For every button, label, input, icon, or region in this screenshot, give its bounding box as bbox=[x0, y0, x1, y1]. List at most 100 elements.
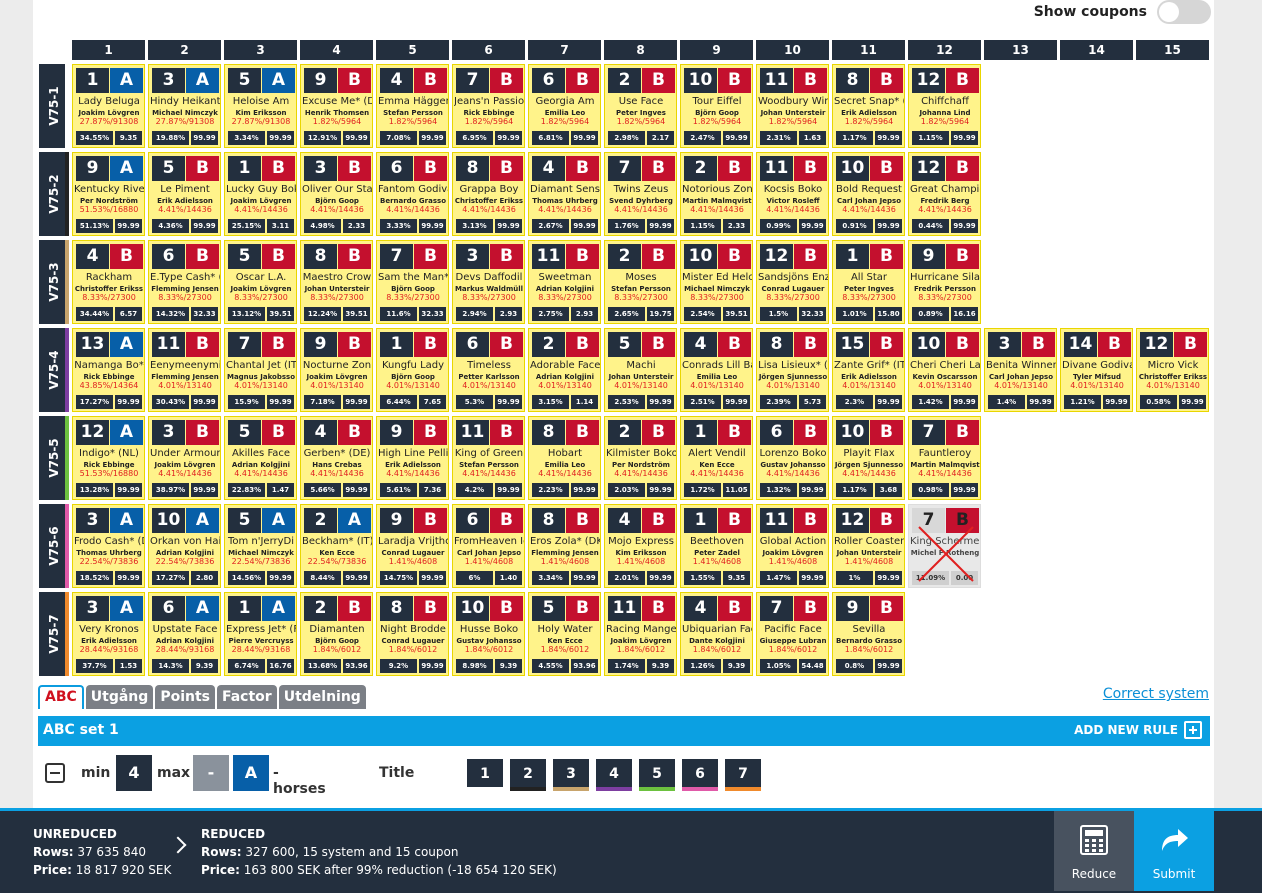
race-filter-button[interactable]: 7 bbox=[725, 759, 761, 791]
horse-card[interactable]: 4 B Emma Häggen Stefan Persson 1.82%/5964 7.0… bbox=[376, 64, 449, 148]
horse-card[interactable]: 2 B Adorable Face Adrian Kolgjini 4.01%/1314… bbox=[528, 328, 601, 412]
horse-card[interactable]: 1 B All Star Peter Ingves 8.33%/27300 1.01% 15… bbox=[832, 240, 905, 324]
group-toggle[interactable]: B bbox=[718, 68, 751, 93]
group-toggle[interactable]: B bbox=[414, 596, 447, 621]
horse-card[interactable]: 9 B Nocturne Zon Joakim Lövgren 4.01%/13140 7… bbox=[300, 328, 373, 412]
horse-card[interactable]: 11 B Racing Mange Joakim Lövgren 1.84%/6012 1… bbox=[604, 592, 677, 676]
show-coupons-toggle[interactable] bbox=[1157, 0, 1211, 24]
min-value[interactable]: 4 bbox=[116, 755, 152, 791]
horse-card[interactable]: 12 B Chiffchaff Johanna Lind 1.82%/5964 1.15%… bbox=[908, 64, 981, 148]
group-toggle[interactable]: B bbox=[566, 332, 599, 357]
group-toggle[interactable]: B bbox=[946, 244, 979, 269]
tab-points[interactable]: Points bbox=[155, 685, 215, 709]
group-toggle[interactable]: B bbox=[414, 508, 447, 533]
group-toggle[interactable]: B bbox=[566, 420, 599, 445]
horse-card[interactable]: 6 B Timeless Petter Karlsson 4.01%/13140 5.3%… bbox=[452, 328, 525, 412]
horse-card[interactable]: 1 A Express Jet* (F Pierre Vercruyss 28.44%/… bbox=[224, 592, 297, 676]
group-toggle[interactable]: A bbox=[186, 508, 219, 533]
horse-card[interactable]: 12 B Roller Coaster Johan Untersteir 1.41%/4… bbox=[832, 504, 905, 588]
group-selector[interactable]: A bbox=[233, 755, 269, 791]
horse-card[interactable]: 10 B Cheri Cheri Lac Kevin Oscarsson 4.01%/1… bbox=[908, 328, 981, 412]
horse-card[interactable]: 8 B Hobart Emilia Leo 4.41%/14436 2.23% 99.99 bbox=[528, 416, 601, 500]
group-toggle[interactable]: B bbox=[490, 156, 523, 181]
horse-card[interactable]: 12 A Indigo* (NL) Rick Ebbinge 51.53%/16880 1… bbox=[72, 416, 145, 500]
group-toggle[interactable]: A bbox=[338, 508, 371, 533]
group-toggle[interactable]: B bbox=[1022, 332, 1055, 357]
horse-card[interactable]: 4 B Conrads Lill Ba Emilia Leo 4.01%/13140 2.… bbox=[680, 328, 753, 412]
group-toggle[interactable]: A bbox=[110, 332, 143, 357]
horse-card[interactable]: 11 B Eenymeenymi Flemming Jensen 4.01%/13140… bbox=[148, 328, 221, 412]
horse-card[interactable]: 9 A Kentucky Rive Per Nordström 51.53%/16880… bbox=[72, 152, 145, 236]
group-toggle[interactable]: B bbox=[946, 68, 979, 93]
group-toggle[interactable]: A bbox=[110, 596, 143, 621]
group-toggle[interactable]: B bbox=[338, 156, 371, 181]
group-toggle[interactable]: B bbox=[186, 244, 219, 269]
horse-card[interactable]: 12 B Great Champio Fredrik Berg 4.41%/14436 0… bbox=[908, 152, 981, 236]
horse-card[interactable]: 5 A Heloise Am Kim Eriksson 27.87%/91308 3.34… bbox=[224, 64, 297, 148]
group-toggle[interactable]: B bbox=[414, 420, 447, 445]
group-toggle[interactable]: B bbox=[870, 156, 903, 181]
horse-card[interactable]: 4 B Ubiquarian Fac Dante Kolgjini 1.84%/6012… bbox=[680, 592, 753, 676]
horse-card[interactable]: 5 B Akilles Face Adrian Kolgjini 4.41%/14436… bbox=[224, 416, 297, 500]
group-toggle[interactable]: B bbox=[718, 508, 751, 533]
group-toggle[interactable]: B bbox=[414, 156, 447, 181]
horse-card[interactable]: 4 B Diamant Sensa Thomas Uhrberg 4.41%/14436… bbox=[528, 152, 601, 236]
horse-card[interactable]: 3 B Under Armour Joakim Lövgren 4.41%/14436 3… bbox=[148, 416, 221, 500]
horse-card[interactable]: 1 A Lady Beluga Joakim Lövgren 27.87%/91308 3… bbox=[72, 64, 145, 148]
group-toggle[interactable]: B bbox=[1174, 332, 1207, 357]
submit-button[interactable]: Submit bbox=[1134, 811, 1214, 891]
horse-card[interactable]: 1 B Alert Vendil Ken Ecce 4.41%/14436 1.72% 11… bbox=[680, 416, 753, 500]
horse-card[interactable]: 6 B Lorenzo Boko Gustav Johansso 4.41%/14436… bbox=[756, 416, 829, 500]
group-toggle[interactable]: B bbox=[642, 156, 675, 181]
horse-card[interactable]: 12 B Micro Vick Christoffer Erikss 4.01%/131… bbox=[1136, 328, 1209, 412]
group-toggle[interactable]: B bbox=[338, 332, 371, 357]
group-toggle[interactable]: B bbox=[338, 420, 371, 445]
group-toggle[interactable]: B bbox=[794, 508, 827, 533]
horse-card[interactable]: 8 B Lisa Lisieux* (Jörgen Sjunnesso 4.01%/1… bbox=[756, 328, 829, 412]
horse-card[interactable]: 5 B Machi Johan Untersteir 4.01%/13140 2.53% 9… bbox=[604, 328, 677, 412]
horse-card[interactable]: 10 B Playit Flax Jörgen Sjunnesso 4.41%/1443… bbox=[832, 416, 905, 500]
horse-card[interactable]: 7 B Jeans'n Passio Rick Ebbinge 1.82%/5964 6.… bbox=[452, 64, 525, 148]
group-toggle[interactable]: B bbox=[870, 244, 903, 269]
group-toggle[interactable]: B bbox=[338, 68, 371, 93]
group-toggle[interactable]: B bbox=[946, 332, 979, 357]
horse-card[interactable]: 3 B Benita Winner Carl Johan Jepso 4.01%/131… bbox=[984, 328, 1057, 412]
horse-card[interactable]: 5 B Holy Water Ken Ecce 1.84%/6012 4.55% 93.96 bbox=[528, 592, 601, 676]
group-toggle[interactable]: B bbox=[718, 244, 751, 269]
horse-card[interactable]: 6 B FromHeaven Ic Carl Johan Jepso 1.41%/460… bbox=[452, 504, 525, 588]
horse-card[interactable]: 6 A Upstate Face Adrian Kolgjini 28.44%/9316… bbox=[148, 592, 221, 676]
horse-card[interactable]: 2 B Notorious Zon Martin Malmqvist 4.41%/144… bbox=[680, 152, 753, 236]
race-filter-button[interactable]: 6 bbox=[682, 759, 718, 791]
group-toggle[interactable]: B bbox=[262, 332, 295, 357]
horse-card[interactable]: 6 B E.Type Cash* (Flemming Jensen 8.33%/273… bbox=[148, 240, 221, 324]
group-toggle[interactable]: B bbox=[110, 244, 143, 269]
horse-card[interactable]: 12 B Sandsjöns Enz Conrad Lugauer 8.33%/2730… bbox=[756, 240, 829, 324]
group-toggle[interactable]: B bbox=[566, 156, 599, 181]
group-toggle[interactable]: B bbox=[794, 596, 827, 621]
tab-utdelning[interactable]: Utdelning bbox=[278, 685, 366, 709]
horse-card[interactable]: 9 B Excuse Me* (D Henrik Thomsen 1.82%/5964 1… bbox=[300, 64, 373, 148]
group-toggle[interactable]: B bbox=[186, 332, 219, 357]
group-toggle[interactable]: A bbox=[110, 68, 143, 93]
horse-card[interactable]: 7 B Twins Zeus Svend Dyhrberg 4.41%/14436 1.7… bbox=[604, 152, 677, 236]
horse-card[interactable]: 6 B Fantom Godiva Bernardo Grasso 4.41%/1443… bbox=[376, 152, 449, 236]
horse-card[interactable]: 9 B Hurricane Silas Fredrik Persson 8.33%/27… bbox=[908, 240, 981, 324]
group-toggle[interactable]: B bbox=[870, 420, 903, 445]
group-toggle[interactable]: B bbox=[642, 420, 675, 445]
race-filter-button[interactable]: 2 bbox=[510, 759, 546, 791]
horse-card[interactable]: 9 B Sevilla Bernardo Grasso 1.84%/6012 0.8% 99… bbox=[832, 592, 905, 676]
group-toggle[interactable]: B bbox=[718, 156, 751, 181]
group-toggle[interactable]: A bbox=[110, 156, 143, 181]
group-toggle[interactable]: B bbox=[490, 508, 523, 533]
group-toggle[interactable]: B bbox=[642, 244, 675, 269]
group-toggle[interactable]: A bbox=[110, 420, 143, 445]
group-toggle[interactable]: B bbox=[414, 244, 447, 269]
group-toggle[interactable]: B bbox=[566, 596, 599, 621]
group-toggle[interactable]: B bbox=[414, 332, 447, 357]
group-toggle[interactable]: B bbox=[642, 508, 675, 533]
horse-card[interactable]: 9 B High Line Pelli Erik Adielsson 4.41%/144… bbox=[376, 416, 449, 500]
group-toggle[interactable]: B bbox=[794, 68, 827, 93]
horse-card[interactable]: 4 B Mojo Express Kim Eriksson 1.41%/4608 2.01… bbox=[604, 504, 677, 588]
horse-card[interactable]: 10 B Husse Boko Gustav Johansso 1.84%/6012 8.… bbox=[452, 592, 525, 676]
horse-card[interactable]: 7 B Sam the Man* Björn Goop 8.33%/27300 11.6%… bbox=[376, 240, 449, 324]
